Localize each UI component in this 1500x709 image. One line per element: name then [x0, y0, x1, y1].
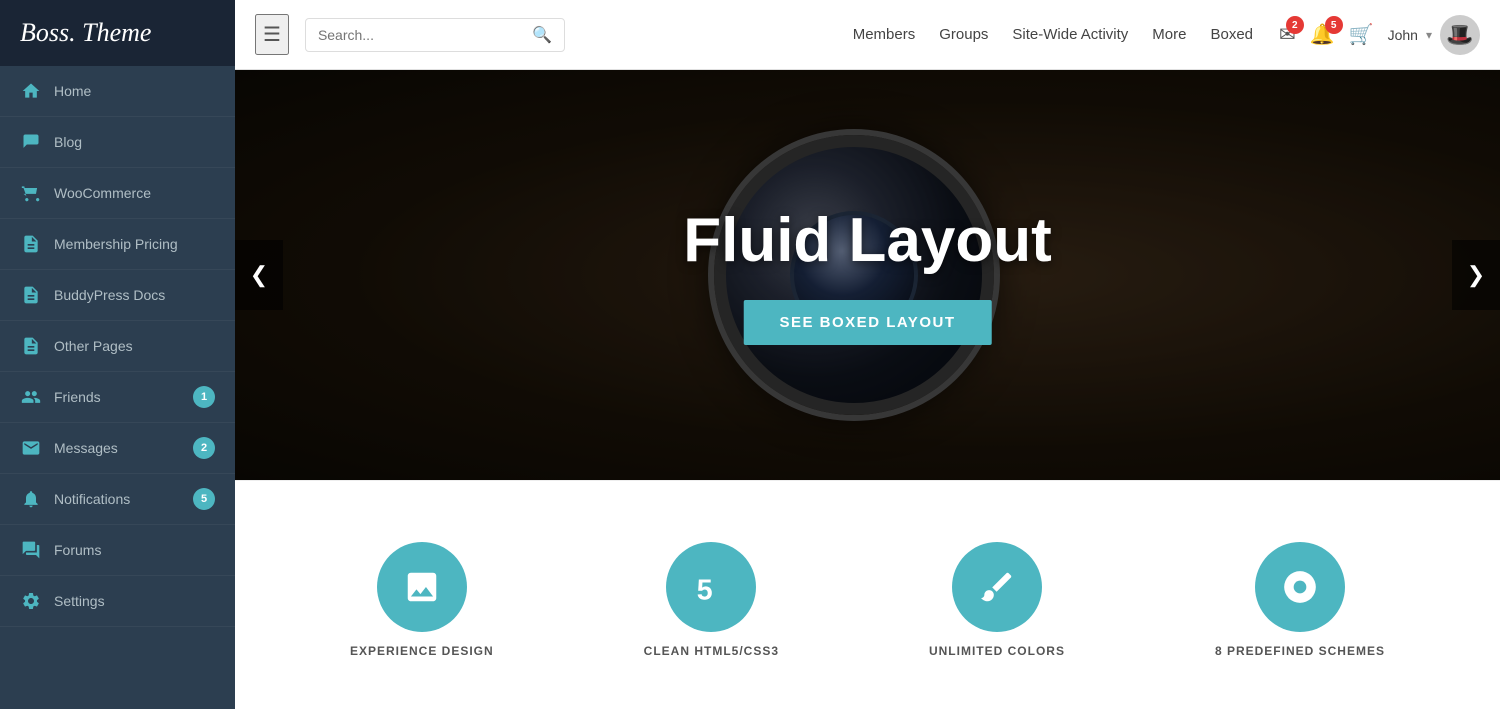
- header-nav-members[interactable]: Members: [853, 26, 916, 43]
- sidebar-item-friends[interactable]: Friends 1: [0, 372, 235, 423]
- membership-pricing-icon: [20, 233, 42, 255]
- sidebar-badge-messages: 2: [193, 437, 215, 459]
- header-nav: Members Groups Site-Wide Activity More Boxed: [853, 26, 1253, 43]
- sidebar-nav: Home Blog WooCommerce Membership Pricing…: [0, 66, 235, 709]
- search-bar: 🔍: [305, 18, 565, 52]
- hero-section: ❮ Fluid Layout SEE BOXED LAYOUT ❯: [235, 70, 1500, 480]
- sidebar-item-label: BuddyPress Docs: [54, 287, 165, 303]
- sidebar-badge-notifications: 5: [193, 488, 215, 510]
- messages-icon-btn[interactable]: ✉ 2: [1279, 22, 1296, 47]
- header-nav-site-wide-activity[interactable]: Site-Wide Activity: [1012, 26, 1128, 43]
- other-pages-icon: [20, 335, 42, 357]
- sidebar-item-label: Notifications: [54, 491, 130, 507]
- sidebar-item-label: Membership Pricing: [54, 236, 178, 252]
- sidebar-item-label: Friends: [54, 389, 101, 405]
- hero-cta-button[interactable]: SEE BOXED LAYOUT: [744, 300, 992, 345]
- feature-predefined-schemes: 8 PREDEFINED SCHEMES: [1215, 542, 1385, 658]
- friends-icon: [20, 386, 42, 408]
- hero-title: Fluid Layout: [683, 205, 1052, 276]
- sidebar-item-notifications[interactable]: Notifications 5: [0, 474, 235, 525]
- experience-design-icon: [377, 542, 467, 632]
- search-icon: 🔍: [532, 25, 552, 45]
- notifications-badge: 5: [1325, 16, 1343, 34]
- sidebar-badge-friends: 1: [193, 386, 215, 408]
- sidebar-item-blog[interactable]: Blog: [0, 117, 235, 168]
- logo-text: Boss. Theme: [20, 18, 151, 48]
- sidebar-item-membership-pricing[interactable]: Membership Pricing: [0, 219, 235, 270]
- features-section: EXPERIENCE DESIGN 5 CLEAN HTML5/CSS3 UNL…: [235, 480, 1500, 709]
- sidebar-item-label: Other Pages: [54, 338, 133, 354]
- cart-icon-btn[interactable]: 🛒: [1349, 22, 1374, 47]
- clean-html-css-label: CLEAN HTML5/CSS3: [644, 644, 779, 658]
- feature-unlimited-colors: UNLIMITED COLORS: [929, 542, 1065, 658]
- search-input[interactable]: [318, 27, 532, 43]
- sidebar-item-label: Settings: [54, 593, 105, 609]
- feature-clean-html-css: 5 CLEAN HTML5/CSS3: [644, 542, 779, 658]
- predefined-schemes-label: 8 PREDEFINED SCHEMES: [1215, 644, 1385, 658]
- sidebar-item-buddypress-docs[interactable]: BuddyPress Docs: [0, 270, 235, 321]
- unlimited-colors-label: UNLIMITED COLORS: [929, 644, 1065, 658]
- header-nav-groups[interactable]: Groups: [939, 26, 988, 43]
- sidebar: Boss. Theme Home Blog WooCommerce Member…: [0, 0, 235, 709]
- avatar: 🎩: [1440, 15, 1480, 55]
- settings-icon: [20, 590, 42, 612]
- notifications-icon-btn[interactable]: 🔔 5: [1310, 22, 1335, 47]
- sidebar-item-woocommerce[interactable]: WooCommerce: [0, 168, 235, 219]
- hero-prev-button[interactable]: ❮: [235, 240, 283, 310]
- hamburger-button[interactable]: ☰: [255, 14, 289, 55]
- main-content: ☰ 🔍 Members Groups Site-Wide Activity More B…: [235, 0, 1500, 709]
- sidebar-item-home[interactable]: Home: [0, 66, 235, 117]
- messages-icon: [20, 437, 42, 459]
- hero-next-button[interactable]: ❯: [1452, 240, 1500, 310]
- unlimited-colors-icon: [952, 542, 1042, 632]
- sidebar-item-label: Messages: [54, 440, 118, 456]
- header: ☰ 🔍 Members Groups Site-Wide Activity More B…: [235, 0, 1500, 70]
- user-name: John: [1388, 27, 1418, 43]
- header-nav-more[interactable]: More: [1152, 26, 1186, 43]
- hero-content: Fluid Layout SEE BOXED LAYOUT: [683, 205, 1052, 345]
- sidebar-item-label: Forums: [54, 542, 101, 558]
- sidebar-item-forums[interactable]: Forums: [0, 525, 235, 576]
- feature-experience-design: EXPERIENCE DESIGN: [350, 542, 494, 658]
- home-icon: [20, 80, 42, 102]
- header-actions: ✉ 2 🔔 5 🛒 John ▾ 🎩: [1279, 15, 1480, 55]
- user-menu[interactable]: John ▾ 🎩: [1388, 15, 1480, 55]
- messages-badge: 2: [1286, 16, 1304, 34]
- sidebar-item-other-pages[interactable]: Other Pages: [0, 321, 235, 372]
- sidebar-item-label: Home: [54, 83, 91, 99]
- buddypress-docs-icon: [20, 284, 42, 306]
- woocommerce-icon: [20, 182, 42, 204]
- sidebar-logo: Boss. Theme: [0, 0, 235, 66]
- sidebar-item-label: WooCommerce: [54, 185, 151, 201]
- notifications-icon: [20, 488, 42, 510]
- chevron-down-icon: ▾: [1426, 28, 1432, 42]
- predefined-schemes-icon: [1255, 542, 1345, 632]
- blog-icon: [20, 131, 42, 153]
- clean-html-css-icon: 5: [666, 542, 756, 632]
- sidebar-item-label: Blog: [54, 134, 82, 150]
- forums-icon: [20, 539, 42, 561]
- experience-design-label: EXPERIENCE DESIGN: [350, 644, 494, 658]
- sidebar-item-messages[interactable]: Messages 2: [0, 423, 235, 474]
- svg-text:5: 5: [697, 575, 713, 606]
- sidebar-item-settings[interactable]: Settings: [0, 576, 235, 627]
- header-nav-boxed[interactable]: Boxed: [1210, 26, 1253, 43]
